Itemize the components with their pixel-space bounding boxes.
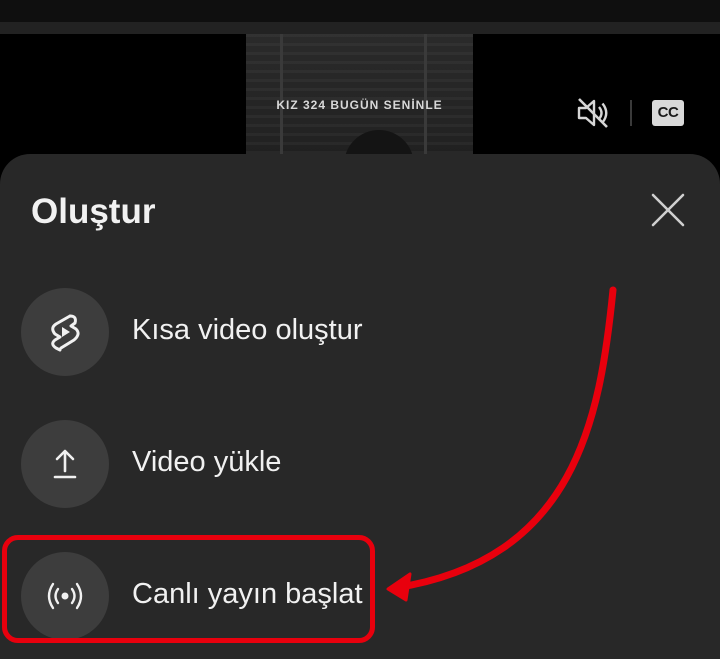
sheet-title: Oluştur: [31, 192, 156, 231]
option-label: Video yükle: [132, 446, 282, 478]
volume-off-icon[interactable]: [574, 94, 612, 132]
option-label: Kısa video oluştur: [132, 314, 363, 346]
option-icon-circle: [21, 288, 109, 376]
controls-divider: [630, 100, 632, 126]
captions-button[interactable]: CC: [652, 100, 684, 126]
top-divider: [0, 22, 720, 34]
upload-icon: [53, 449, 77, 479]
option-create-short[interactable]: Kısa video oluştur: [0, 284, 720, 380]
option-icon-circle: [21, 420, 109, 508]
shorts-icon: [51, 314, 80, 352]
close-icon[interactable]: [644, 186, 692, 234]
option-upload-video[interactable]: Video yükle: [0, 416, 720, 512]
thumbnail-title: KIZ 324 BUGÜN SENİNLE: [276, 98, 443, 112]
status-bar: [0, 0, 720, 22]
annotation-highlight-box: [2, 535, 375, 643]
